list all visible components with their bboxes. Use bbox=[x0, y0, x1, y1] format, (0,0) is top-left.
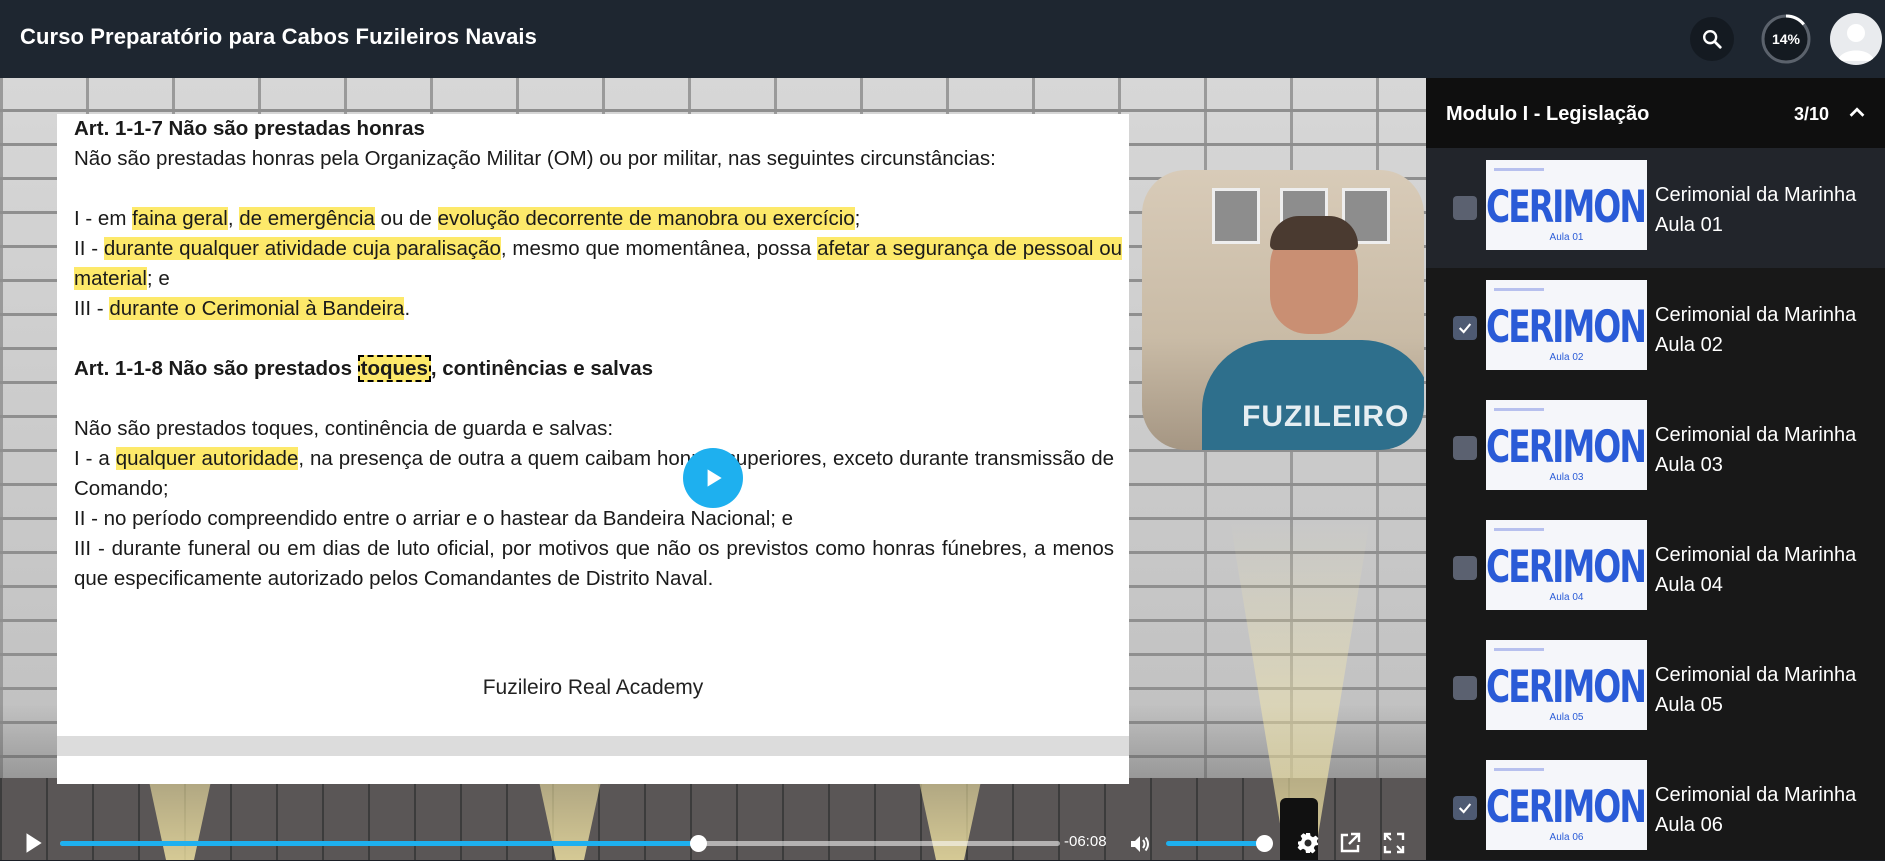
slide-bottom-strip bbox=[57, 736, 1129, 756]
lesson-complete-checkbox[interactable] bbox=[1453, 796, 1477, 820]
art-118-item-ii: II - no período compreendido entre o arr… bbox=[74, 507, 794, 530]
lesson-thumbnail[interactable]: CERIMONIALAula 02 bbox=[1486, 280, 1647, 370]
play-button[interactable] bbox=[683, 448, 743, 508]
thumbnail-subtitle: Aula 03 bbox=[1549, 472, 1584, 483]
user-avatar-icon bbox=[1838, 24, 1874, 61]
lesson-thumbnail[interactable]: CERIMONIALAula 05 bbox=[1486, 640, 1647, 730]
lesson-thumbnail[interactable]: CERIMONIALAula 03 bbox=[1486, 400, 1647, 490]
play-icon bbox=[26, 833, 42, 853]
lesson-title: Cerimonial da Marinha Aula 04 bbox=[1655, 544, 1857, 596]
volume-icon bbox=[1131, 836, 1149, 852]
lesson-complete-checkbox[interactable] bbox=[1453, 316, 1477, 340]
presenter-shirt-text: FUZILEIRO bbox=[1242, 400, 1410, 433]
lesson-complete-checkbox[interactable] bbox=[1453, 436, 1477, 460]
thumbnail-title: CERIMONIAL bbox=[1486, 420, 1647, 473]
collapse-module-button[interactable] bbox=[1846, 102, 1868, 129]
art-117-intro: Não são prestadas honras pela Organizaçã… bbox=[74, 147, 996, 170]
art-118-item-i: I - a qualquer autoridade, na presença d… bbox=[74, 447, 1115, 500]
player-controls: -06:08 bbox=[0, 826, 1426, 860]
thumbnail-title: CERIMONIAL bbox=[1486, 780, 1647, 833]
top-bar: Curso Preparatório para Cabos Fuzileiros… bbox=[0, 0, 1885, 78]
lesson-item[interactable]: CERIMONIALAula 06Cerimonial da Marinha A… bbox=[1426, 748, 1885, 860]
lesson-item[interactable]: CERIMONIALAula 02Cerimonial da Marinha A… bbox=[1426, 268, 1885, 388]
volume-handle[interactable] bbox=[1255, 835, 1273, 852]
lesson-item[interactable]: CERIMONIALAula 01Cerimonial da Marinha A… bbox=[1426, 148, 1885, 268]
play-icon bbox=[707, 469, 722, 487]
mute-button[interactable] bbox=[1128, 832, 1152, 861]
user-avatar[interactable] bbox=[1830, 13, 1882, 65]
module-lesson-count: 3/10 bbox=[1794, 104, 1830, 124]
module-header[interactable]: Modulo I - Legislação 3/10 bbox=[1426, 78, 1885, 148]
thumbnail-title: CERIMONIAL bbox=[1486, 540, 1647, 593]
lesson-thumbnail[interactable]: CERIMONIALAula 01 bbox=[1486, 160, 1647, 250]
external-link-icon bbox=[1340, 832, 1361, 853]
settings-button[interactable] bbox=[1296, 831, 1320, 860]
thumbnail-title: CERIMONIAL bbox=[1486, 180, 1647, 233]
lesson-item[interactable]: CERIMONIALAula 03Cerimonial da Marinha A… bbox=[1426, 388, 1885, 508]
lesson-sidebar: Modulo I - Legislação 3/10 CERIMONIALAul… bbox=[1426, 78, 1885, 860]
art-118-item-iii: III - durante funeral ou em dias de luto… bbox=[74, 537, 1114, 590]
lesson-item[interactable]: CERIMONIALAula 04Cerimonial da Marinha A… bbox=[1426, 508, 1885, 628]
lesson-title: Cerimonial da Marinha Aula 03 bbox=[1655, 424, 1857, 476]
seek-handle[interactable] bbox=[690, 835, 707, 852]
art-118-title: Art. 1-1-8 Não são prestados toques, con… bbox=[74, 355, 654, 382]
volume-slider[interactable] bbox=[1166, 841, 1270, 846]
lesson-title: Cerimonial da Marinha Aula 05 bbox=[1655, 664, 1857, 716]
progress-percent: 14% bbox=[1771, 31, 1801, 47]
fullscreen-icon bbox=[1383, 832, 1405, 854]
art-117-item-ii: II - durante qualquer atividade cuja par… bbox=[74, 237, 1123, 290]
art-118-intro: Não são prestados toques, continência de… bbox=[74, 417, 614, 440]
lesson-thumbnail[interactable]: CERIMONIALAula 06 bbox=[1486, 760, 1647, 850]
play-pause-button[interactable] bbox=[20, 830, 46, 861]
popout-button[interactable] bbox=[1338, 831, 1362, 860]
gear-icon bbox=[1297, 833, 1319, 854]
thumbnail-subtitle: Aula 05 bbox=[1549, 712, 1584, 723]
thumbnail-subtitle: Aula 01 bbox=[1549, 232, 1584, 243]
lesson-item[interactable]: CERIMONIALAula 05Cerimonial da Marinha A… bbox=[1426, 628, 1885, 748]
chevron-up-icon bbox=[1849, 107, 1865, 117]
thumbnail-subtitle: Aula 02 bbox=[1549, 352, 1584, 363]
seek-progress bbox=[60, 841, 698, 846]
course-progress: 14% bbox=[1760, 13, 1812, 65]
check-icon bbox=[1458, 803, 1472, 814]
art-117-item-iii: III - durante o Cerimonial à Bandeira. bbox=[74, 297, 411, 320]
time-remaining: -06:08 bbox=[1064, 833, 1107, 850]
lesson-complete-checkbox[interactable] bbox=[1453, 676, 1477, 700]
module-title: Modulo I - Legislação bbox=[1446, 103, 1650, 125]
lesson-title: Cerimonial da Marinha Aula 02 bbox=[1655, 304, 1857, 356]
thumbnail-subtitle: Aula 04 bbox=[1549, 592, 1584, 603]
fullscreen-button[interactable] bbox=[1382, 831, 1406, 860]
video-player[interactable]: Art. 1-1-7 Não são prestadas honras Não … bbox=[0, 78, 1426, 860]
thumbnail-title: CERIMONIAL bbox=[1486, 300, 1647, 353]
lesson-thumbnail[interactable]: CERIMONIALAula 04 bbox=[1486, 520, 1647, 610]
lesson-title: Cerimonial da Marinha Aula 06 bbox=[1655, 784, 1857, 836]
thumbnail-subtitle: Aula 06 bbox=[1549, 832, 1584, 843]
course-title: Curso Preparatório para Cabos Fuzileiros… bbox=[20, 24, 537, 49]
selected-word: toques bbox=[357, 355, 431, 382]
check-icon bbox=[1458, 323, 1472, 334]
presenter-webcam: FUZILEIRO bbox=[1142, 170, 1424, 450]
seek-bar[interactable] bbox=[60, 835, 1060, 852]
search-button[interactable] bbox=[1690, 17, 1734, 61]
lesson-complete-checkbox[interactable] bbox=[1453, 556, 1477, 580]
lesson-title: Cerimonial da Marinha Aula 01 bbox=[1655, 184, 1857, 236]
lesson-complete-checkbox[interactable] bbox=[1453, 196, 1477, 220]
search-icon bbox=[1703, 30, 1722, 49]
slide-footer: Fuzileiro Real Academy bbox=[482, 676, 704, 699]
slide: Art. 1-1-7 Não são prestadas honras Não … bbox=[57, 114, 1129, 784]
art-117-item-i: I - em faina geral, de emergência ou de … bbox=[74, 207, 861, 230]
thumbnail-title: CERIMONIAL bbox=[1486, 660, 1647, 713]
art-117-title: Art. 1-1-7 Não são prestadas honras bbox=[74, 117, 425, 140]
